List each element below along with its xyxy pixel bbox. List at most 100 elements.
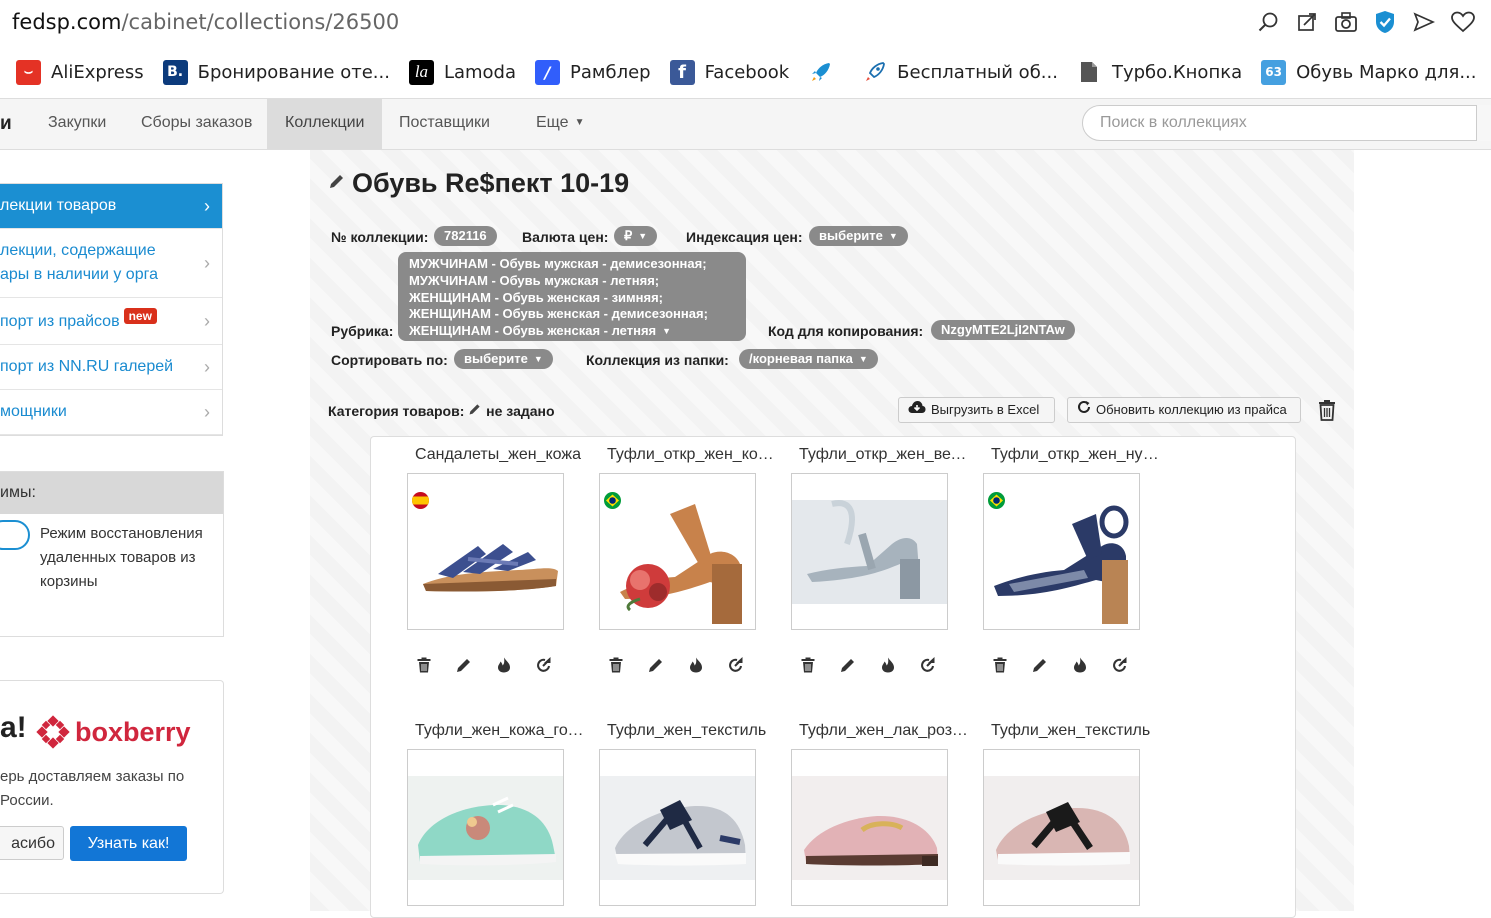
indexation-select[interactable]: выберите ▼ <box>809 226 908 246</box>
rubric-line: МУЖЧИНАМ - Обувь мужская - летняя; <box>409 272 660 288</box>
bookmark-booking[interactable]: B. Бронирование оте... <box>162 59 390 85</box>
nav-item-suppliers[interactable]: Поставщики <box>381 99 508 149</box>
learn-how-button[interactable]: Узнать как! <box>70 826 187 861</box>
nav-logo-edge[interactable]: и <box>0 113 12 135</box>
collection-number-label: № коллекции: <box>331 229 429 245</box>
bookmark-label: AliExpress <box>51 61 144 83</box>
share-forward-icon[interactable] <box>919 656 937 674</box>
sidebar-item-nnru-import[interactable]: порт из NN.RU галерей › <box>0 345 222 390</box>
product-name[interactable]: Туфли_откр_жен_велюр <box>799 446 969 464</box>
bookmark-aliexpress[interactable]: ⌣ AliExpress <box>16 59 144 85</box>
sort-value: выберите <box>464 351 528 366</box>
restore-mode-toggle[interactable] <box>0 520 30 550</box>
bookmark-label: Рамблер <box>570 61 651 83</box>
pencil-icon[interactable] <box>455 656 473 674</box>
trash-icon[interactable] <box>607 656 625 674</box>
product-image[interactable] <box>407 473 564 630</box>
product-name[interactable]: Туфли_откр_жен_кожа <box>607 446 777 464</box>
product-name[interactable]: Туфли_жен_лак_розовый <box>799 722 969 740</box>
trash-icon[interactable] <box>415 656 433 674</box>
product-name[interactable]: Сандалеты_жен_кожа <box>415 446 585 464</box>
bookmark-lamoda[interactable]: la Lamoda <box>408 59 517 85</box>
copy-code-value[interactable]: NzgyMTE2LjI2NTAw <box>931 320 1075 340</box>
product-image[interactable] <box>407 749 564 906</box>
product-actions <box>607 656 745 674</box>
fire-icon[interactable] <box>495 656 513 674</box>
new-badge: new <box>123 308 157 324</box>
product-image[interactable] <box>791 473 948 630</box>
caret-down-icon: ▼ <box>638 231 648 241</box>
product-image[interactable] <box>791 749 948 906</box>
sidebar-item-collections[interactable]: лекции товаров › <box>0 184 222 229</box>
product-name[interactable]: Туфли_жен_текстиль <box>607 722 777 740</box>
booking-icon: B. <box>162 59 188 85</box>
pencil-icon[interactable] <box>839 656 857 674</box>
bookmark-rambler[interactable]: / Рамблер <box>535 59 651 85</box>
aliexpress-icon: ⌣ <box>16 59 41 85</box>
sidebar-menu: лекции товаров › лекции, содержащие ары в… <box>0 183 223 436</box>
search-button[interactable] <box>1476 105 1491 141</box>
nav-more-label: Еще <box>536 114 569 131</box>
fire-icon[interactable] <box>879 656 897 674</box>
product-name[interactable]: Туфли_жен_текстиль <box>991 722 1161 740</box>
edit-category-pencil-icon[interactable] <box>468 403 482 419</box>
nav-item-collections[interactable]: Коллекции <box>267 99 383 149</box>
zoom-search-icon[interactable] <box>1255 9 1280 34</box>
product-name[interactable]: Туфли_откр_жен_нубук <box>991 446 1161 464</box>
shoe-photo <box>792 750 947 905</box>
bookmark-rocket[interactable] <box>808 60 843 85</box>
nav-item-more[interactable]: Еще ▼ <box>518 99 602 149</box>
fire-icon[interactable] <box>687 656 705 674</box>
rubric-select[interactable]: МУЖЧИНАМ - Обувь мужская - демисезонная;… <box>398 252 746 341</box>
lamoda-icon: la <box>408 59 434 85</box>
product-grid: Сандалеты_жен_кожа Туфли_откр_жен_кожа Туф… <box>370 436 1296 918</box>
protect-shield-icon[interactable] <box>1372 9 1397 34</box>
delete-collection-trash-icon[interactable] <box>1318 399 1336 426</box>
send-icon[interactable] <box>1411 9 1436 34</box>
share-forward-icon[interactable] <box>727 656 745 674</box>
nav-item-purchases[interactable]: Закупки <box>30 99 124 149</box>
bookmark-label: Lamoda <box>443 61 517 83</box>
sort-select[interactable]: выберите ▼ <box>454 349 553 369</box>
sidebar-item-in-stock[interactable]: лекции, содержащие ары в наличии у орга › <box>0 229 222 298</box>
bookmark-facebook[interactable]: f Facebook <box>669 59 789 85</box>
category-label: Категория товаров: <box>328 403 465 419</box>
folder-select[interactable]: /корневая папка ▼ <box>739 349 878 369</box>
share-forward-icon[interactable] <box>1111 656 1129 674</box>
sidebar-item-price-import[interactable]: порт из прайсов new › <box>0 298 222 345</box>
modes-header: имы: <box>0 472 223 514</box>
pencil-icon[interactable] <box>647 656 665 674</box>
sidebar-item-helpers[interactable]: мощники › <box>0 390 222 435</box>
export-excel-button[interactable]: Выгрузить в Excel <box>898 397 1055 423</box>
trash-icon[interactable] <box>991 656 1009 674</box>
product-image[interactable] <box>599 473 756 630</box>
share-forward-icon[interactable] <box>535 656 553 674</box>
bookmark-free[interactable]: Бесплатный об... <box>862 60 1058 85</box>
edit-title-pencil-icon[interactable] <box>328 172 346 195</box>
product-image[interactable] <box>599 749 756 906</box>
bookmark-marko[interactable]: 63 Обувь Марко для... <box>1261 59 1477 85</box>
product-name[interactable]: Туфли_жен_кожа_голубой <box>415 722 585 740</box>
heart-icon[interactable] <box>1450 9 1475 34</box>
product-actions <box>415 656 553 674</box>
thanks-button[interactable]: асибо <box>0 826 64 860</box>
refresh-from-price-button[interactable]: Обновить коллекцию из прайса <box>1067 397 1301 423</box>
currency-select[interactable]: ₽ ▼ <box>614 226 658 246</box>
camera-icon[interactable] <box>1333 9 1358 34</box>
bookmark-label: Бронирование оте... <box>197 61 390 83</box>
product-image[interactable] <box>983 473 1140 630</box>
fire-icon[interactable] <box>1071 656 1089 674</box>
collection-search-input[interactable]: Поиск в коллекциях <box>1082 105 1491 141</box>
collection-panel: Обувь Re$пект 10-19 № коллекции: 782116 … <box>310 150 1354 918</box>
bookmark-turbo[interactable]: Турбо.Кнопка <box>1077 60 1242 85</box>
url-text[interactable]: fedsp.com/cabinet/collections/26500 <box>12 10 399 34</box>
pencil-icon[interactable] <box>1031 656 1049 674</box>
product-image[interactable] <box>983 749 1140 906</box>
category-value[interactable]: не задано <box>486 403 554 419</box>
address-bar[interactable]: fedsp.com/cabinet/collections/26500 <box>0 0 1491 46</box>
caret-down-icon: ▼ <box>858 354 868 364</box>
chevron-right-icon: › <box>204 311 210 331</box>
trash-icon[interactable] <box>799 656 817 674</box>
nav-item-order-pools[interactable]: Сборы заказов <box>123 99 270 149</box>
share-icon[interactable] <box>1294 9 1319 34</box>
